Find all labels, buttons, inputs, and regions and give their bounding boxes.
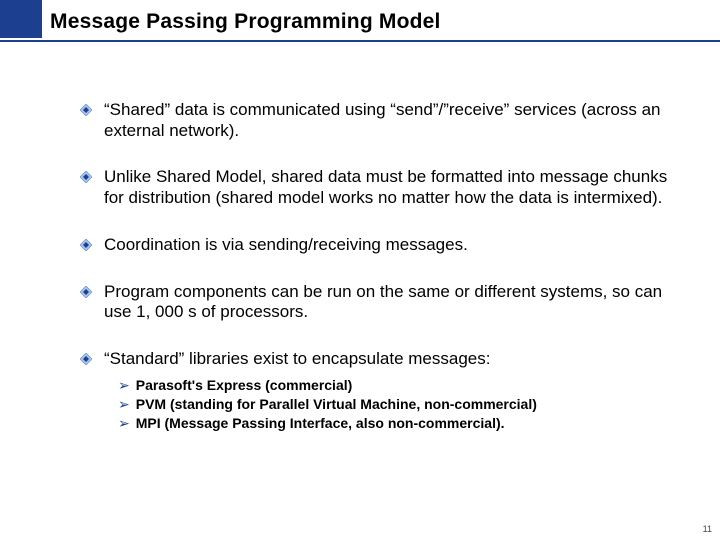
- diamond-bullet-icon: [80, 353, 92, 365]
- arrow-bullet-icon: ➢: [118, 414, 130, 432]
- slide-content: “Shared” data is communicated using “sen…: [80, 100, 670, 433]
- diamond-bullet-icon: [80, 286, 92, 298]
- bullet-text: “Standard” libraries exist to encapsulat…: [104, 349, 670, 370]
- corner-accent-box: [0, 0, 42, 38]
- page-number: 11: [703, 524, 712, 534]
- bullet-item: Unlike Shared Model, shared data must be…: [80, 167, 670, 208]
- bullet-text: Program components can be run on the sam…: [104, 282, 670, 323]
- sub-bullet-item: ➢ MPI (Message Passing Interface, also n…: [118, 414, 670, 432]
- slide: Message Passing Programming Model “Share…: [0, 0, 720, 540]
- bullet-item: “Shared” data is communicated using “sen…: [80, 100, 670, 141]
- diamond-bullet-icon: [80, 104, 92, 116]
- diamond-bullet-icon: [80, 239, 92, 251]
- sub-bullet-text: Parasoft's Express (commercial): [136, 376, 353, 394]
- arrow-bullet-icon: ➢: [118, 376, 130, 394]
- sub-bullet-list: ➢ Parasoft's Express (commercial) ➢ PVM …: [118, 376, 670, 433]
- bullet-text: “Shared” data is communicated using “sen…: [104, 100, 670, 141]
- bullet-item: Program components can be run on the sam…: [80, 282, 670, 323]
- diamond-bullet-icon: [80, 171, 92, 183]
- bullet-text: Coordination is via sending/receiving me…: [104, 235, 670, 256]
- sub-bullet-item: ➢ PVM (standing for Parallel Virtual Mac…: [118, 395, 670, 413]
- sub-bullet-text: MPI (Message Passing Interface, also non…: [136, 414, 505, 432]
- bullet-text: Unlike Shared Model, shared data must be…: [104, 167, 670, 208]
- sub-bullet-text: PVM (standing for Parallel Virtual Machi…: [136, 395, 537, 413]
- arrow-bullet-icon: ➢: [118, 395, 130, 413]
- horizontal-rule: [0, 40, 720, 42]
- bullet-item: “Standard” libraries exist to encapsulat…: [80, 349, 670, 370]
- sub-bullet-item: ➢ Parasoft's Express (commercial): [118, 376, 670, 394]
- bullet-item: Coordination is via sending/receiving me…: [80, 235, 670, 256]
- slide-title: Message Passing Programming Model: [50, 10, 441, 34]
